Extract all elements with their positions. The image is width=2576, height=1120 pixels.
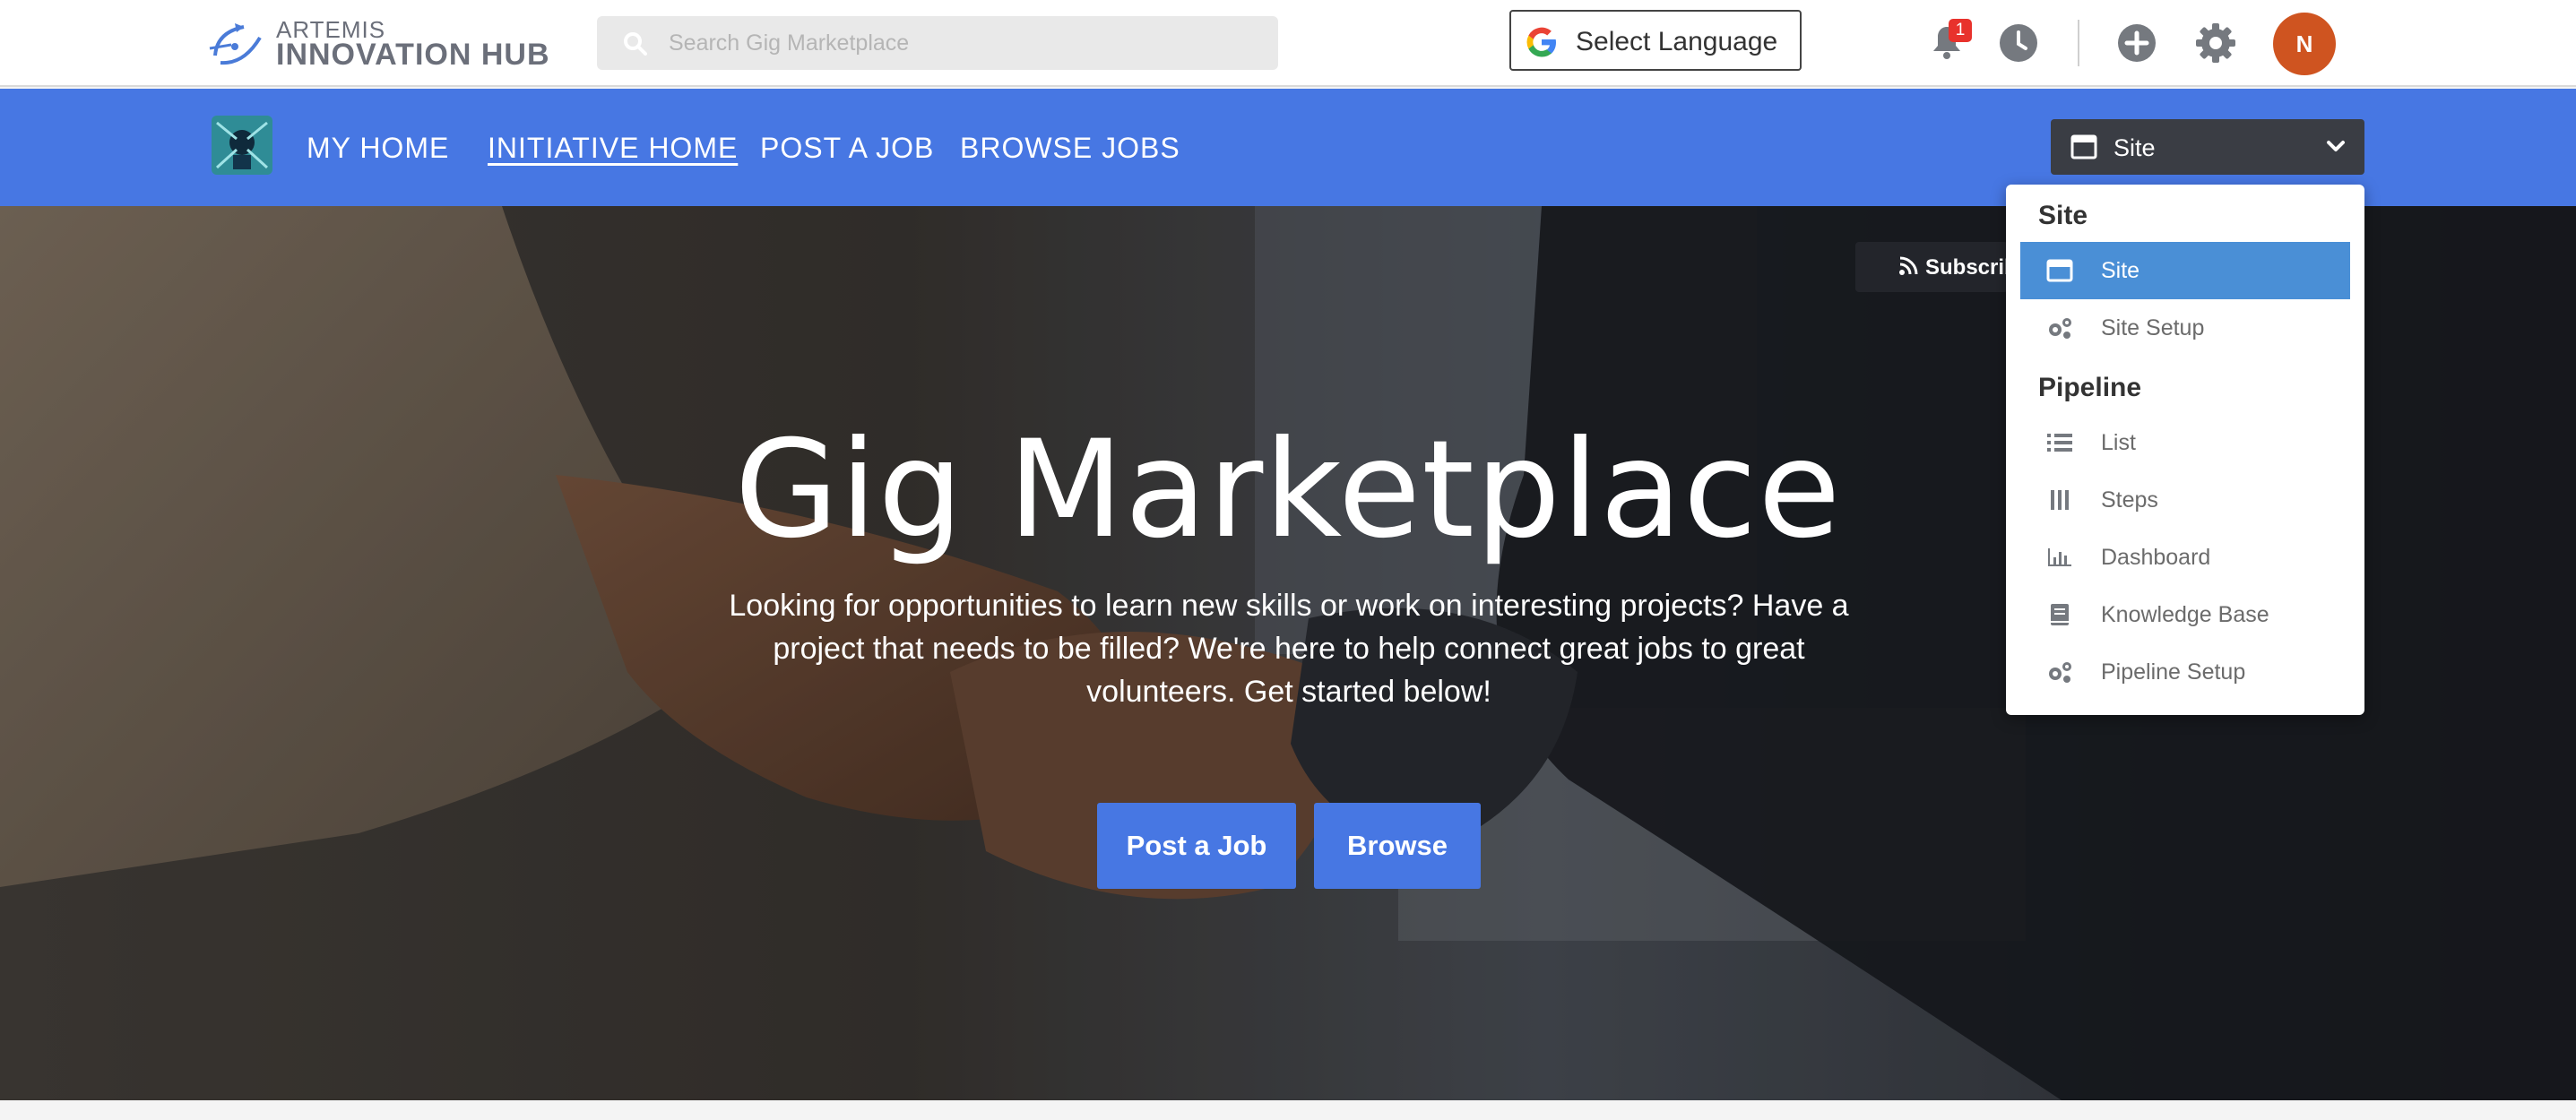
menu-item-knowledge-base[interactable]: Knowledge Base	[2020, 586, 2350, 643]
subscribe-button[interactable]: Subscribe	[1855, 242, 2008, 292]
initiative-logo[interactable]	[212, 116, 272, 175]
menu-item-label: Knowledge Base	[2101, 602, 2269, 627]
gears-icon	[2049, 318, 2071, 339]
hero-description: Looking for opportunities to learn new s…	[729, 589, 1849, 709]
menu-item-dashboard[interactable]: Dashboard	[2020, 529, 2350, 586]
menu-heading-pipeline: Pipeline	[2038, 373, 2142, 402]
menu-item-label: Steps	[2101, 487, 2158, 513]
book-icon	[2051, 604, 2069, 625]
user-avatar[interactable]: N	[2273, 13, 2336, 75]
window-icon	[2046, 259, 2073, 282]
browse-button[interactable]: Browse	[1314, 803, 1481, 889]
search-icon	[624, 32, 647, 56]
google-g-icon	[1526, 27, 1556, 57]
rss-icon	[1899, 256, 1918, 275]
top-bar: ARTEMIS INNOVATION HUB Select Language 1	[0, 0, 2576, 87]
menu-item-label: Pipeline Setup	[2101, 659, 2246, 685]
add-icon[interactable]	[2115, 22, 2158, 65]
nav-my-home[interactable]: MY HOME	[307, 132, 449, 165]
initiative-logo-image	[212, 116, 272, 175]
site-dropdown-menu: Site Site Site Setup Pipeline List Steps…	[2006, 185, 2364, 715]
artemis-logo[interactable]: ARTEMIS INNOVATION HUB	[208, 16, 549, 72]
chevron-down-icon	[2327, 141, 2345, 151]
select-language-button[interactable]: Select Language	[1509, 10, 1802, 71]
toolbar-divider	[2078, 20, 2079, 66]
menu-item-label: Dashboard	[2101, 545, 2211, 570]
site-switcher-button[interactable]: Site	[2051, 119, 2364, 175]
select-language-label: Select Language	[1576, 27, 1778, 56]
search-box[interactable]	[597, 16, 1278, 70]
gear-icon[interactable]	[2194, 22, 2237, 65]
nav-post-a-job[interactable]: POST A JOB	[760, 132, 934, 165]
gears-icon	[2049, 662, 2071, 683]
nav-browse-jobs[interactable]: BROWSE JOBS	[960, 132, 1180, 165]
menu-item-steps[interactable]: Steps	[2020, 471, 2350, 529]
menu-item-label: List	[2101, 430, 2136, 455]
subscribe-label: Subscribe	[1925, 255, 2008, 280]
notification-badge: 1	[1949, 19, 1972, 42]
window-icon	[2070, 134, 2097, 159]
columns-icon	[2051, 490, 2069, 510]
search-input[interactable]	[669, 16, 1260, 70]
menu-item-site[interactable]: Site	[2020, 242, 2350, 299]
menu-item-label: Site Setup	[2101, 315, 2205, 340]
clock-icon[interactable]	[1997, 22, 2040, 65]
logo-orbit-icon	[209, 23, 262, 65]
nav-initiative-home[interactable]: INITIATIVE HOME	[488, 132, 738, 165]
menu-item-label: Site	[2101, 258, 2140, 283]
menu-item-list[interactable]: List	[2020, 414, 2350, 471]
post-a-job-button[interactable]: Post a Job	[1097, 803, 1296, 889]
menu-heading-site: Site	[2038, 201, 2088, 230]
logo-bottom-text: INNOVATION HUB	[276, 38, 550, 72]
page-bottom-strip	[0, 1100, 2576, 1120]
page: ARTEMIS INNOVATION HUB Select Language 1	[0, 0, 2576, 1120]
site-switcher-label: Site	[2114, 134, 2156, 161]
menu-item-pipeline-setup[interactable]: Pipeline Setup	[2020, 643, 2350, 701]
menu-item-site-setup[interactable]: Site Setup	[2020, 299, 2350, 357]
bar-chart-icon	[2048, 548, 2071, 566]
list-icon	[2047, 434, 2072, 452]
